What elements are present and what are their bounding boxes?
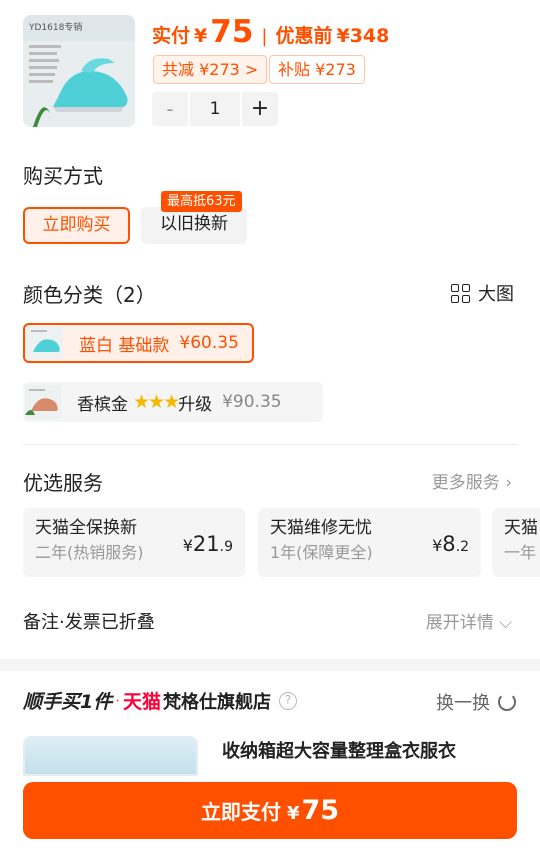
sku-name: 蓝白 基础款 bbox=[79, 335, 170, 356]
purchase-method-title: 购买方式 bbox=[23, 164, 103, 188]
refresh-label: 换一换 bbox=[436, 693, 490, 714]
quantity-value[interactable]: 1 bbox=[188, 92, 242, 126]
section-separator bbox=[0, 659, 540, 671]
service-card-partial[interactable]: 天猫 一年 bbox=[492, 508, 540, 577]
recommended-product-title[interactable]: 收纳箱超大容量整理盒衣服衣 bbox=[222, 737, 456, 763]
service-price: ¥8.2 bbox=[432, 532, 469, 556]
refresh-icon bbox=[498, 693, 516, 711]
price-separator: | bbox=[261, 26, 268, 47]
service-name: 天猫 bbox=[504, 518, 538, 538]
big-image-toggle[interactable]: 大图 bbox=[451, 280, 514, 306]
service-desc: 一年 bbox=[504, 543, 537, 562]
services-title: 优选服务 bbox=[23, 471, 103, 495]
color-category-title: 颜色分类（2） bbox=[23, 283, 156, 307]
note-invoice-label: 备注·发票已折叠 bbox=[23, 612, 155, 633]
service-price: ¥21.9 bbox=[182, 532, 233, 556]
subsidy-tag: 补贴 ¥273 bbox=[269, 55, 365, 84]
quantity-stepper: - 1 + bbox=[152, 92, 278, 126]
expand-details-link[interactable]: 展开详情 ⌵ bbox=[426, 608, 512, 633]
recommend-dot: · bbox=[115, 691, 121, 710]
recommend-header: 顺手买1件 · 天猫 梵格仕旗舰店 ? bbox=[23, 687, 298, 714]
increment-button[interactable]: + bbox=[242, 92, 278, 126]
service-card-full-protection[interactable]: 天猫全保换新 二年(热销服务) ¥21.9 bbox=[23, 508, 245, 577]
actual-price-label: 实付 bbox=[152, 25, 191, 47]
big-image-label: 大图 bbox=[478, 284, 514, 305]
pay-amount: 75 bbox=[301, 795, 340, 826]
original-price-label: 优惠前 bbox=[275, 25, 333, 47]
sku-thumbnail bbox=[25, 385, 61, 419]
recommend-prefix: 顺手买1件 bbox=[23, 691, 113, 713]
sku-option-blue-white[interactable]: 蓝白 基础款 ¥60.35 bbox=[23, 323, 254, 363]
pay-currency: ¥ bbox=[286, 803, 300, 824]
section-divider bbox=[23, 444, 517, 445]
sku-name: 香槟金 bbox=[77, 394, 128, 415]
decrement-button[interactable]: - bbox=[152, 92, 188, 126]
grid-icon bbox=[451, 283, 470, 303]
pay-label: 立即支付 bbox=[200, 800, 281, 824]
sku-upgrade-label: 升级 bbox=[178, 394, 213, 415]
shop-name[interactable]: 梵格仕旗舰店 bbox=[163, 688, 271, 714]
star-rating-icon: ★★★ bbox=[133, 391, 180, 413]
more-services-link[interactable]: 更多服务 › bbox=[432, 468, 512, 493]
recommended-product-image[interactable] bbox=[23, 736, 198, 776]
original-price: ¥348 bbox=[336, 25, 390, 47]
service-card-repair[interactable]: 天猫维修无忧 1年(保障更全) ¥8.2 bbox=[258, 508, 481, 577]
sku-option-champagne-gold[interactable]: 香槟金 ★★★ 升级 ¥90.35 bbox=[23, 382, 323, 422]
pay-now-button[interactable]: 立即支付 ¥ 75 bbox=[23, 782, 517, 839]
refresh-button[interactable]: 换一换 bbox=[436, 689, 516, 715]
product-image[interactable]: YD1618专销 bbox=[23, 15, 135, 127]
svg-text:YD1618专销: YD1618专销 bbox=[28, 21, 82, 33]
trade-in-badge: 最高抵63元 bbox=[161, 191, 242, 212]
price-line: 实付 ¥ 75 | 优惠前 ¥348 bbox=[152, 14, 389, 52]
sku-price: ¥90.35 bbox=[222, 392, 282, 412]
sku-price: ¥60.35 bbox=[179, 333, 239, 353]
total-discount-tag[interactable]: 共减 ¥273 > bbox=[153, 55, 268, 84]
sku-thumbnail bbox=[27, 326, 63, 360]
actual-price: 75 bbox=[210, 14, 254, 50]
help-icon[interactable]: ? bbox=[279, 691, 298, 710]
buy-now-option[interactable]: 立即购买 bbox=[23, 207, 130, 244]
trade-in-option[interactable]: 以旧换新 bbox=[141, 207, 247, 244]
currency-symbol: ¥ bbox=[194, 25, 208, 47]
tmall-logo: 天猫 bbox=[123, 691, 162, 713]
